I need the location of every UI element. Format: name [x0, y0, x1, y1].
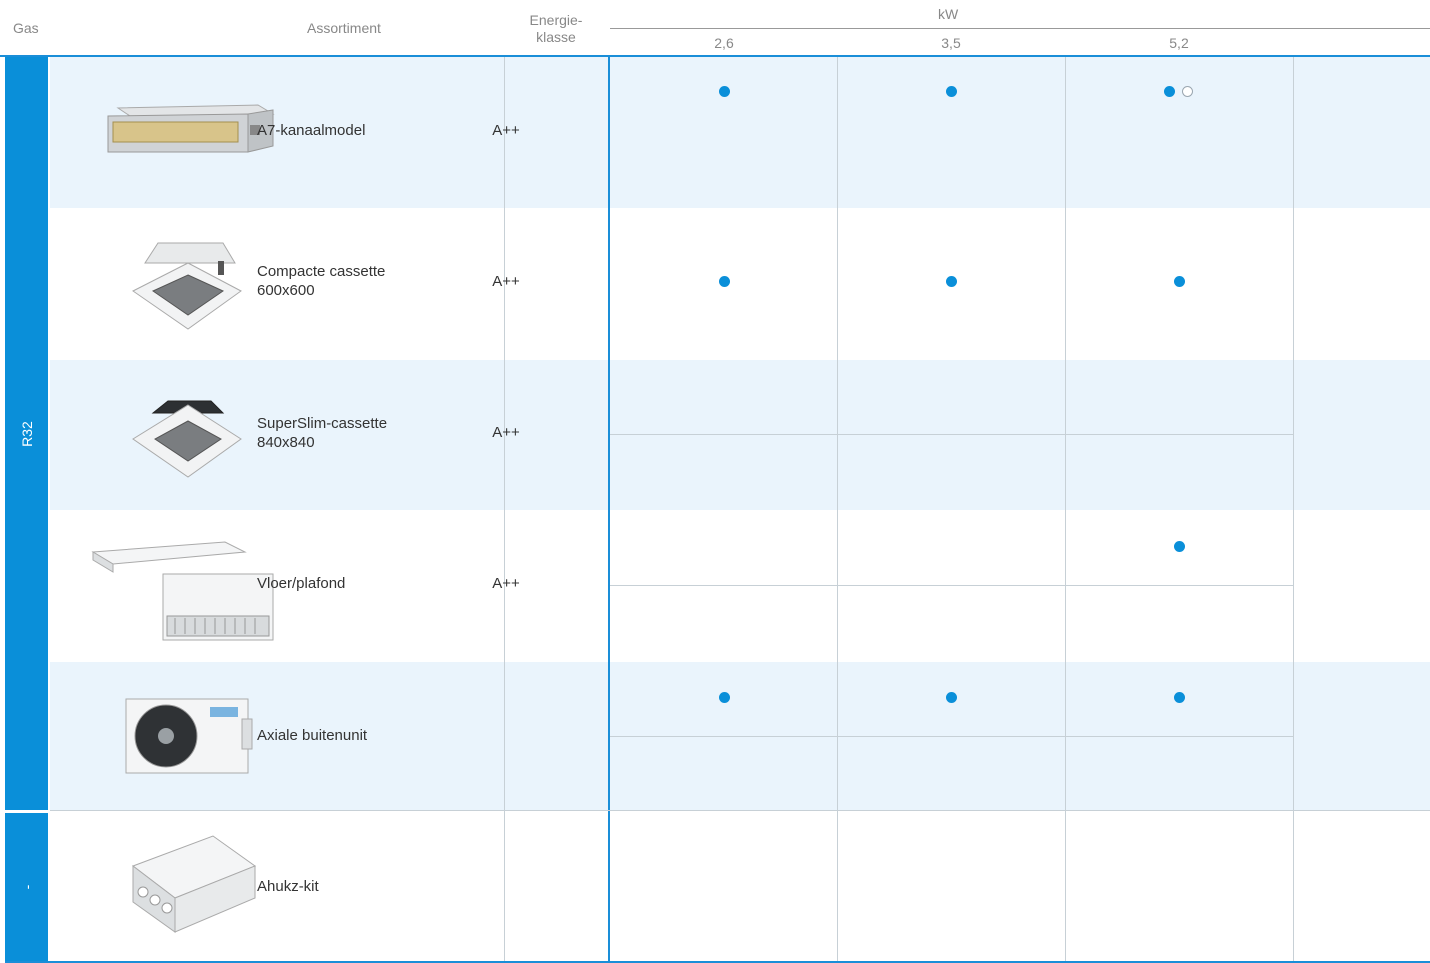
grid-line-vertical: [837, 57, 838, 963]
availability-dot: [1174, 692, 1185, 703]
availability-dot: [946, 86, 957, 97]
product-name-line1: SuperSlim-cassette: [257, 415, 388, 432]
product-name-line2: 840x840: [257, 434, 315, 451]
energy-class: A++: [492, 424, 520, 441]
product-name-line1: A7-kanaalmodel: [257, 122, 366, 139]
availability-dot: [1174, 276, 1185, 287]
product-name-line1: Ahukz-kit: [257, 878, 319, 895]
product-name-line1: Compacte cassette: [257, 263, 386, 280]
product-name-line1: Axiale buitenunit: [257, 727, 368, 744]
availability-dot: [946, 692, 957, 703]
product-name: SuperSlim-cassette 840x840: [257, 414, 387, 452]
header-assortment: Assortiment: [307, 20, 381, 36]
energy-class: A++: [492, 575, 520, 592]
capacity-col-1: 2,6: [714, 35, 734, 51]
product-name: Vloer/plafond: [257, 574, 345, 593]
grid-line-horizontal: [610, 736, 1294, 737]
header-energy-class: Energie- klasse: [506, 12, 606, 46]
product-name: Axiale buitenunit: [257, 726, 367, 745]
grid-line-vertical: [1065, 57, 1066, 963]
energy-class: A++: [492, 122, 520, 139]
group-separator: [50, 810, 1430, 811]
availability-dot: [1174, 541, 1185, 552]
header-gas: Gas: [13, 20, 39, 36]
grid-line-horizontal: [610, 585, 1294, 586]
header-capacity-unit: kW: [938, 6, 959, 22]
availability-dot: [1164, 86, 1175, 97]
product-name-line2: 600x600: [257, 282, 315, 299]
grid-line-vertical: [504, 57, 505, 963]
grid-line-vertical: [1293, 57, 1294, 963]
header-energy-line2: klasse: [536, 29, 576, 45]
gas-label: -: [18, 884, 35, 890]
grid-line-horizontal: [610, 434, 1294, 435]
gas-label: R32: [18, 420, 35, 447]
header-energy-line1: Energie-: [529, 12, 583, 28]
energy-class: A++: [492, 273, 520, 290]
capacity-col-2: 3,5: [941, 35, 961, 51]
product-name: Compacte cassette 600x600: [257, 262, 385, 300]
availability-dot-optional: [1182, 86, 1193, 97]
product-name: Ahukz-kit: [257, 877, 319, 896]
gas-group-none: -: [5, 813, 48, 961]
product-name-line1: Vloer/plafond: [257, 575, 346, 592]
capacity-header-rule: [610, 28, 1430, 29]
availability-dot: [946, 276, 957, 287]
availability-dot: [719, 692, 730, 703]
product-name: A7-kanaalmodel: [257, 121, 365, 140]
capacity-divider: [608, 57, 610, 963]
capacity-col-3: 5,2: [1169, 35, 1189, 51]
gas-group-r32: R32: [5, 57, 48, 810]
availability-dot: [719, 86, 730, 97]
availability-dot: [719, 276, 730, 287]
